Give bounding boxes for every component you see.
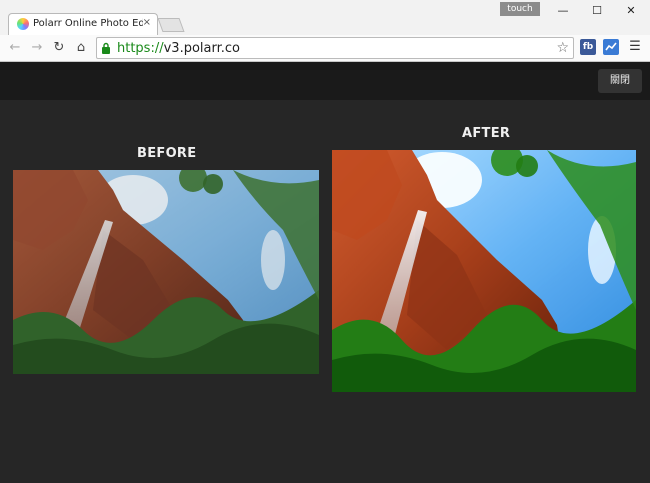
url-host: v3.polarr.co	[163, 41, 240, 56]
after-label: AFTER	[462, 126, 511, 141]
close-window-button[interactable]: ✕	[616, 2, 646, 20]
bookmark-star-icon[interactable]: ☆	[556, 39, 569, 57]
before-label: BEFORE	[137, 146, 197, 161]
maximize-button[interactable]: ☐	[582, 2, 612, 20]
browser-tab[interactable]: Polarr Online Photo Edit ×	[8, 13, 158, 35]
tab-strip: Polarr Online Photo Edit × touch — ☐ ✕	[0, 0, 650, 35]
url-scheme: https://	[117, 41, 164, 56]
facebook-extension-icon[interactable]: fb	[580, 39, 596, 55]
tab-title: Polarr Online Photo Edit	[33, 18, 143, 29]
reload-icon[interactable]: ↻	[50, 39, 68, 57]
back-arrow-icon[interactable]: ←	[6, 39, 24, 57]
before-photo	[13, 170, 319, 374]
after-photo	[332, 150, 636, 392]
browser-chrome: Polarr Online Photo Edit × touch — ☐ ✕ ←…	[0, 0, 650, 62]
after-photo-image	[332, 150, 636, 392]
url-text: https://v3.polarr.co	[117, 39, 240, 58]
tab-close-icon[interactable]: ×	[143, 17, 151, 28]
minimize-button[interactable]: —	[548, 2, 578, 20]
polarr-favicon-icon	[17, 18, 29, 30]
forward-arrow-icon[interactable]: →	[28, 39, 46, 57]
browser-toolbar: ← → ↻ ⌂ https://v3.polarr.co ☆ fb ☰	[0, 35, 650, 61]
before-photo-image	[13, 170, 319, 374]
lock-icon	[102, 42, 110, 54]
compare-view: BEFORE AFTER	[0, 100, 650, 483]
app-top-bar: 關閉	[0, 62, 650, 100]
home-icon[interactable]: ⌂	[72, 39, 90, 57]
chart-extension-icon[interactable]	[603, 39, 619, 55]
touch-indicator: touch	[500, 2, 540, 16]
close-compare-button[interactable]: 關閉	[598, 69, 642, 93]
menu-icon[interactable]: ☰	[628, 39, 642, 55]
new-tab-button[interactable]	[157, 18, 185, 32]
polarr-app: 關閉 BEFORE AFTER	[0, 62, 650, 483]
address-bar[interactable]: https://v3.polarr.co ☆	[96, 37, 574, 59]
